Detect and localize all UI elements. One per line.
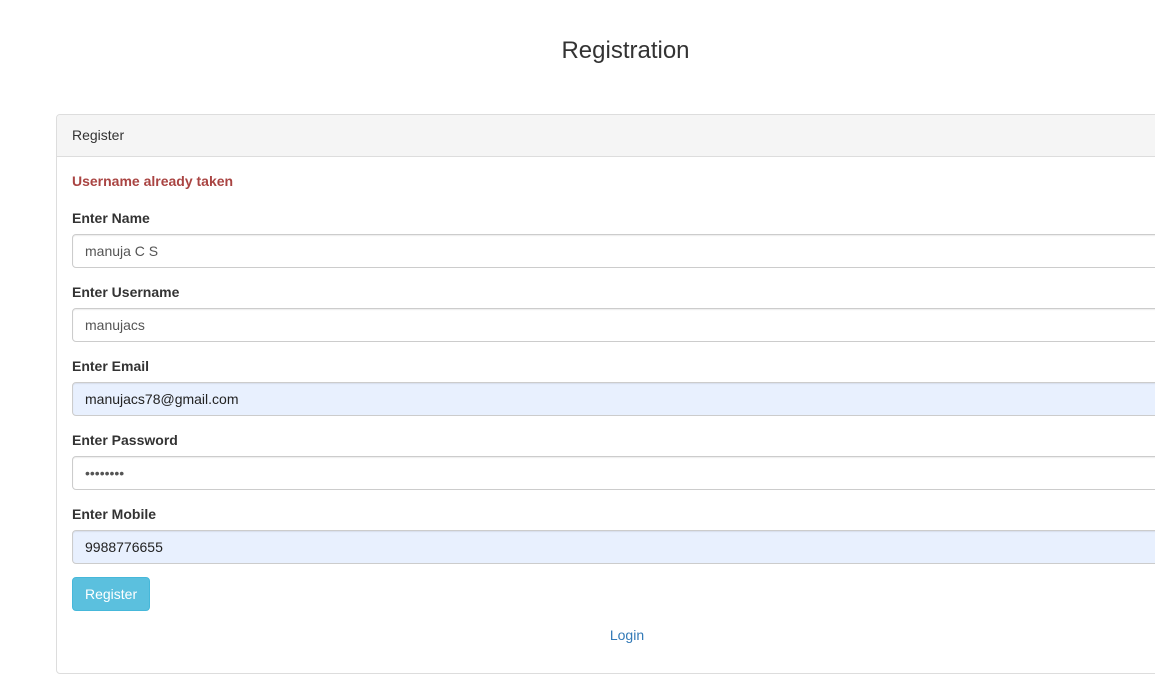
mobile-input[interactable] [72, 530, 1155, 564]
error-message: Username already taken [72, 173, 234, 189]
name-input[interactable] [72, 234, 1155, 268]
username-group: Enter Username [72, 282, 1155, 342]
mobile-group: Enter Mobile [72, 504, 1155, 564]
register-button[interactable]: Register [72, 577, 151, 611]
email-group: Enter Email [72, 356, 1155, 416]
mobile-label: Enter Mobile [72, 506, 157, 522]
password-group: Enter Password [72, 430, 1155, 490]
panel-heading: Register [57, 115, 1155, 157]
login-link-container: Login [57, 627, 1155, 643]
page-title: Registration [561, 37, 690, 64]
password-label: Enter Password [72, 432, 178, 448]
name-label: Enter Name [72, 210, 150, 226]
password-input[interactable] [72, 456, 1155, 490]
email-input[interactable] [72, 382, 1155, 416]
login-link[interactable]: Login [610, 627, 644, 643]
name-group: Enter Name [72, 208, 1155, 268]
username-label: Enter Username [72, 284, 180, 300]
email-label: Enter Email [72, 358, 150, 374]
username-input[interactable] [72, 308, 1155, 342]
register-panel: Register Username already taken Enter Na… [56, 114, 1155, 674]
